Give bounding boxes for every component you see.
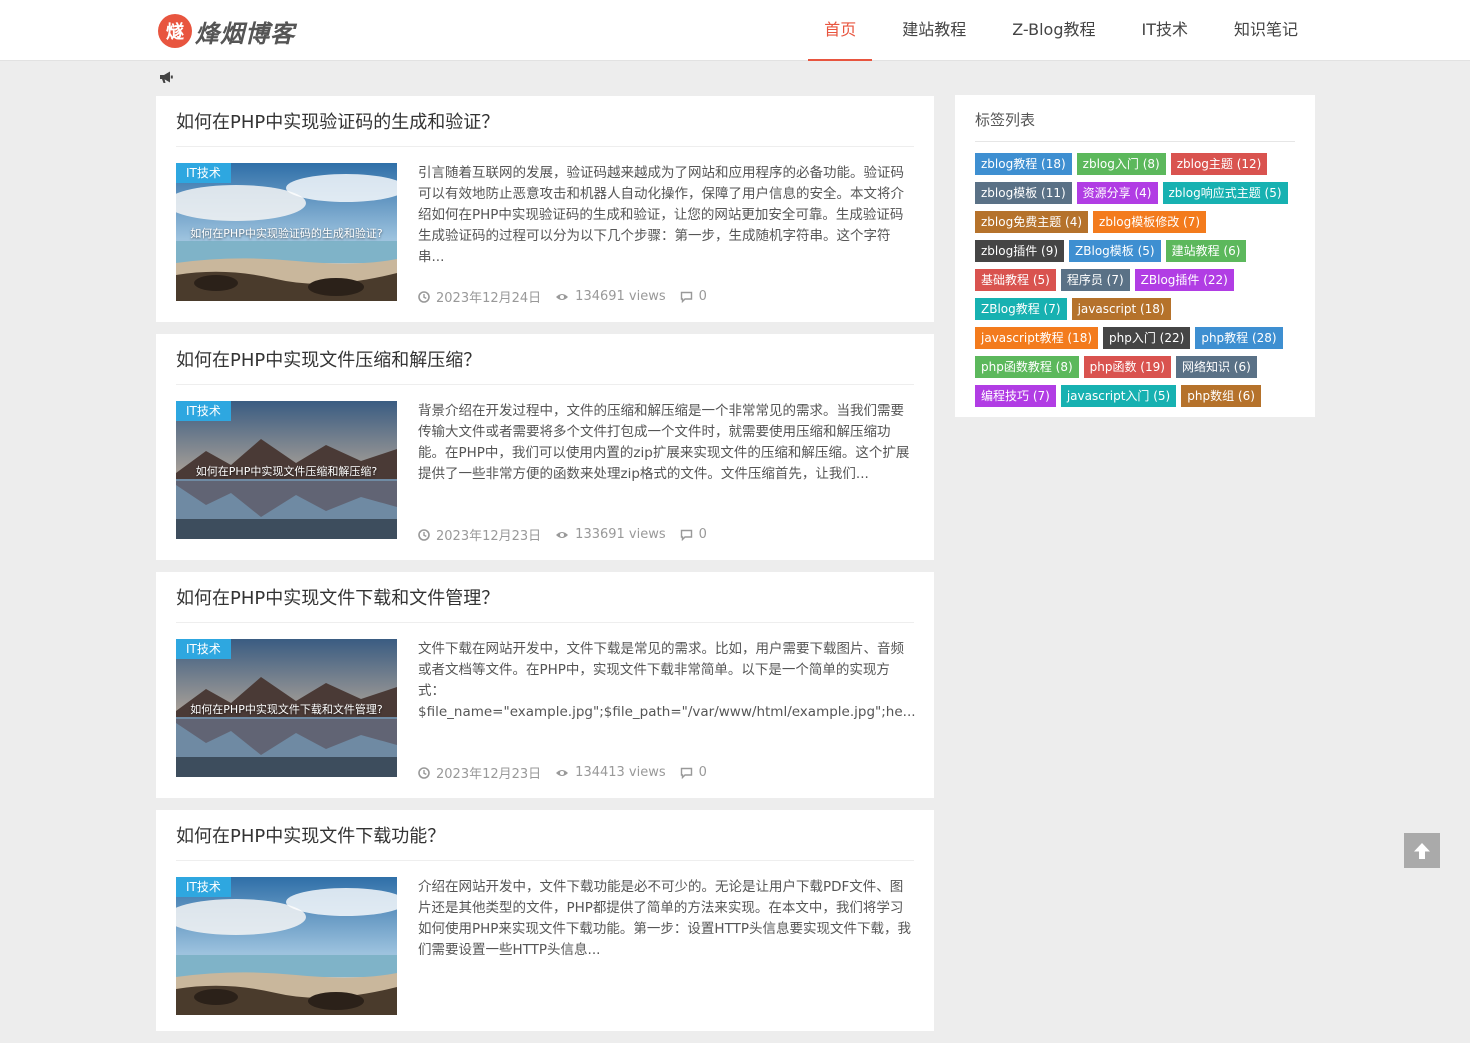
thumbnail-caption: 如何在PHP中实现验证码的生成和验证? bbox=[190, 227, 383, 240]
post-title[interactable]: 如何在PHP中实现验证码的生成和验证？ bbox=[176, 108, 914, 147]
eye-icon bbox=[556, 293, 569, 300]
tag-link[interactable]: javascript入门 (5) bbox=[1060, 385, 1177, 407]
category-badge[interactable]: IT技术 bbox=[176, 163, 231, 183]
logo-badge: 燧 bbox=[158, 14, 192, 48]
post-thumbnail[interactable]: IT技术 bbox=[176, 877, 397, 1015]
post-comments: 0 bbox=[680, 289, 707, 304]
site-logo[interactable]: 燧 烽烟博客 bbox=[158, 14, 295, 48]
comments-text: 0 bbox=[698, 527, 707, 542]
tag-link[interactable]: zblog插件 (9) bbox=[975, 240, 1065, 262]
post-date: 2023年12月23日 bbox=[418, 525, 541, 544]
eye-icon bbox=[556, 531, 569, 538]
comment-icon bbox=[680, 291, 692, 303]
tag-link[interactable]: zblog教程 (18) bbox=[975, 153, 1072, 175]
category-badge[interactable]: IT技术 bbox=[176, 877, 231, 897]
tag-link[interactable]: zblog主题 (12) bbox=[1170, 153, 1268, 175]
post-excerpt: 背景介绍在开发过程中，文件的压缩和解压缩是一个非常常见的需求。当我们需要传输大文… bbox=[418, 403, 910, 482]
post-card: 如何在PHP中实现文件下载和文件管理？ IT技术如何在PHP中实现文件下载和文件管… bbox=[156, 572, 934, 798]
post-thumbnail[interactable]: IT技术如何在PHP中实现验证码的生成和验证? bbox=[176, 163, 397, 301]
tag-link[interactable]: 网络知识 (6) bbox=[1175, 356, 1257, 378]
tag-link[interactable]: zblog入门 (8) bbox=[1076, 153, 1166, 175]
date-text: 2023年12月23日 bbox=[436, 767, 542, 782]
post-date: 2023年12月24日 bbox=[418, 287, 541, 306]
post-title[interactable]: 如何在PHP中实现文件下载功能？ bbox=[176, 822, 914, 861]
comments-text: 0 bbox=[698, 765, 707, 780]
tag-widget: 标签列表 zblog教程 (18) zblog入门 (8) zblog主题 (12)… bbox=[955, 95, 1315, 417]
post-excerpt: 引言随着互联网的发展，验证码越来越成为了网站和应用程序的必备功能。验证码可以有效… bbox=[418, 165, 904, 265]
main-nav: 首页 建站教程 Z-Blog教程 IT技术 知识笔记 bbox=[794, 0, 1314, 61]
tag-link[interactable]: 基础教程 (5) bbox=[975, 269, 1056, 291]
tag-link[interactable]: php教程 (28) bbox=[1195, 327, 1283, 349]
tag-link[interactable]: javascript (18) bbox=[1071, 298, 1171, 320]
site-header: 燧 烽烟博客 首页 建站教程 Z-Blog教程 IT技术 知识笔记 bbox=[0, 0, 1470, 61]
category-badge[interactable]: IT技术 bbox=[176, 639, 231, 659]
nav-item[interactable]: 首页 bbox=[808, 0, 873, 61]
date-text: 2023年12月24日 bbox=[436, 291, 542, 306]
clock-icon bbox=[418, 766, 430, 779]
post-views: 134413 views bbox=[555, 765, 666, 780]
tag-list: zblog教程 (18) zblog入门 (8) zblog主题 (12) zblog… bbox=[975, 153, 1295, 414]
nav-item[interactable]: 知识笔记 bbox=[1218, 0, 1314, 60]
back-to-top-button[interactable] bbox=[1404, 833, 1440, 868]
tag-link[interactable]: ZBlog模板 (5) bbox=[1069, 240, 1161, 262]
post-meta: 2023年12月23日 134413 views 0 bbox=[418, 763, 916, 782]
post-card: 如何在PHP中实现文件压缩和解压缩？ IT技术如何在PHP中实现文件压缩和解压缩?… bbox=[156, 334, 934, 560]
tag-link[interactable]: php入门 (22) bbox=[1103, 327, 1191, 349]
post-meta: 2023年12月24日 134691 views 0 bbox=[418, 287, 914, 306]
category-badge[interactable]: IT技术 bbox=[176, 401, 231, 421]
comments-text: 0 bbox=[698, 289, 707, 304]
tag-link[interactable]: zblog免费主题 (4) bbox=[975, 211, 1089, 233]
post-card: 如何在PHP中实现验证码的生成和验证？ IT技术如何在PHP中实现验证码的生成和验… bbox=[156, 96, 934, 322]
post-thumbnail[interactable]: IT技术如何在PHP中实现文件压缩和解压缩? bbox=[176, 401, 397, 539]
arrow-up-icon bbox=[1414, 842, 1430, 859]
clock-icon bbox=[418, 528, 430, 541]
tag-link[interactable]: php函数教程 (8) bbox=[975, 356, 1079, 378]
views-text: 133691 views bbox=[575, 527, 666, 542]
tag-link[interactable]: zblog模板修改 (7) bbox=[1093, 211, 1207, 233]
tag-link[interactable]: 编程技巧 (7) bbox=[975, 385, 1056, 407]
views-text: 134691 views bbox=[575, 289, 666, 304]
nav-item[interactable]: 建站教程 bbox=[886, 0, 982, 60]
logo-text: 烽烟博客 bbox=[195, 19, 295, 48]
tag-link[interactable]: zblog响应式主题 (5) bbox=[1162, 182, 1288, 204]
eye-icon bbox=[556, 769, 569, 776]
post-title[interactable]: 如何在PHP中实现文件下载和文件管理？ bbox=[176, 584, 914, 623]
views-text: 134413 views bbox=[575, 765, 666, 780]
tag-link[interactable]: 资源分享 (4) bbox=[1076, 182, 1158, 204]
post-date: 2023年12月23日 bbox=[418, 763, 541, 782]
tag-link[interactable]: php数组 (6) bbox=[1181, 385, 1261, 407]
post-comments: 0 bbox=[680, 527, 707, 542]
post-list: 如何在PHP中实现验证码的生成和验证？ IT技术 如何在PHP中实现验证码的生成和验… bbox=[156, 96, 934, 1043]
tag-link[interactable]: 程序员 (7) bbox=[1060, 269, 1130, 291]
post-card: 如何在PHP中实现文件下载功能？ IT技术 介绍在网站开发中，文件下载功能是必不可少… bbox=[156, 810, 934, 1031]
tag-widget-title: 标签列表 bbox=[975, 109, 1295, 142]
tag-link[interactable]: php函数 (19) bbox=[1083, 356, 1171, 378]
post-excerpt: 文件下载在网站开发中，文件下载是常见的需求。比如，用户需要下载图片、音频或者文档… bbox=[418, 641, 916, 720]
nav-item[interactable]: IT技术 bbox=[1125, 0, 1204, 60]
post-excerpt: 介绍在网站开发中，文件下载功能是必不可少的。无论是让用户下载PDF文件、图片还是… bbox=[418, 879, 911, 958]
thumbnail-caption: 如何在PHP中实现文件下载和文件管理? bbox=[190, 703, 383, 716]
thumbnail-caption: 如何在PHP中实现文件压缩和解压缩? bbox=[195, 465, 378, 478]
clock-icon bbox=[418, 290, 430, 303]
nav-item[interactable]: Z-Blog教程 bbox=[996, 0, 1111, 60]
tag-link[interactable]: zblog模板 (11) bbox=[975, 182, 1072, 204]
date-text: 2023年12月23日 bbox=[436, 529, 542, 544]
tag-link[interactable]: ZBlog插件 (22) bbox=[1134, 269, 1234, 291]
bullhorn-icon bbox=[158, 69, 174, 85]
post-meta: 2023年12月23日 133691 views 0 bbox=[418, 525, 914, 544]
tag-link[interactable]: ZBlog教程 (7) bbox=[975, 298, 1067, 320]
post-views: 134691 views bbox=[555, 289, 666, 304]
comment-icon bbox=[680, 529, 692, 541]
post-views: 133691 views bbox=[555, 527, 666, 542]
post-title[interactable]: 如何在PHP中实现文件压缩和解压缩？ bbox=[176, 346, 914, 385]
post-comments: 0 bbox=[680, 765, 707, 780]
comment-icon bbox=[680, 767, 692, 779]
post-thumbnail[interactable]: IT技术如何在PHP中实现文件下载和文件管理? bbox=[176, 639, 397, 777]
tag-link[interactable]: javascript教程 (18) bbox=[975, 327, 1099, 349]
tag-link[interactable]: 建站教程 (6) bbox=[1165, 240, 1247, 262]
